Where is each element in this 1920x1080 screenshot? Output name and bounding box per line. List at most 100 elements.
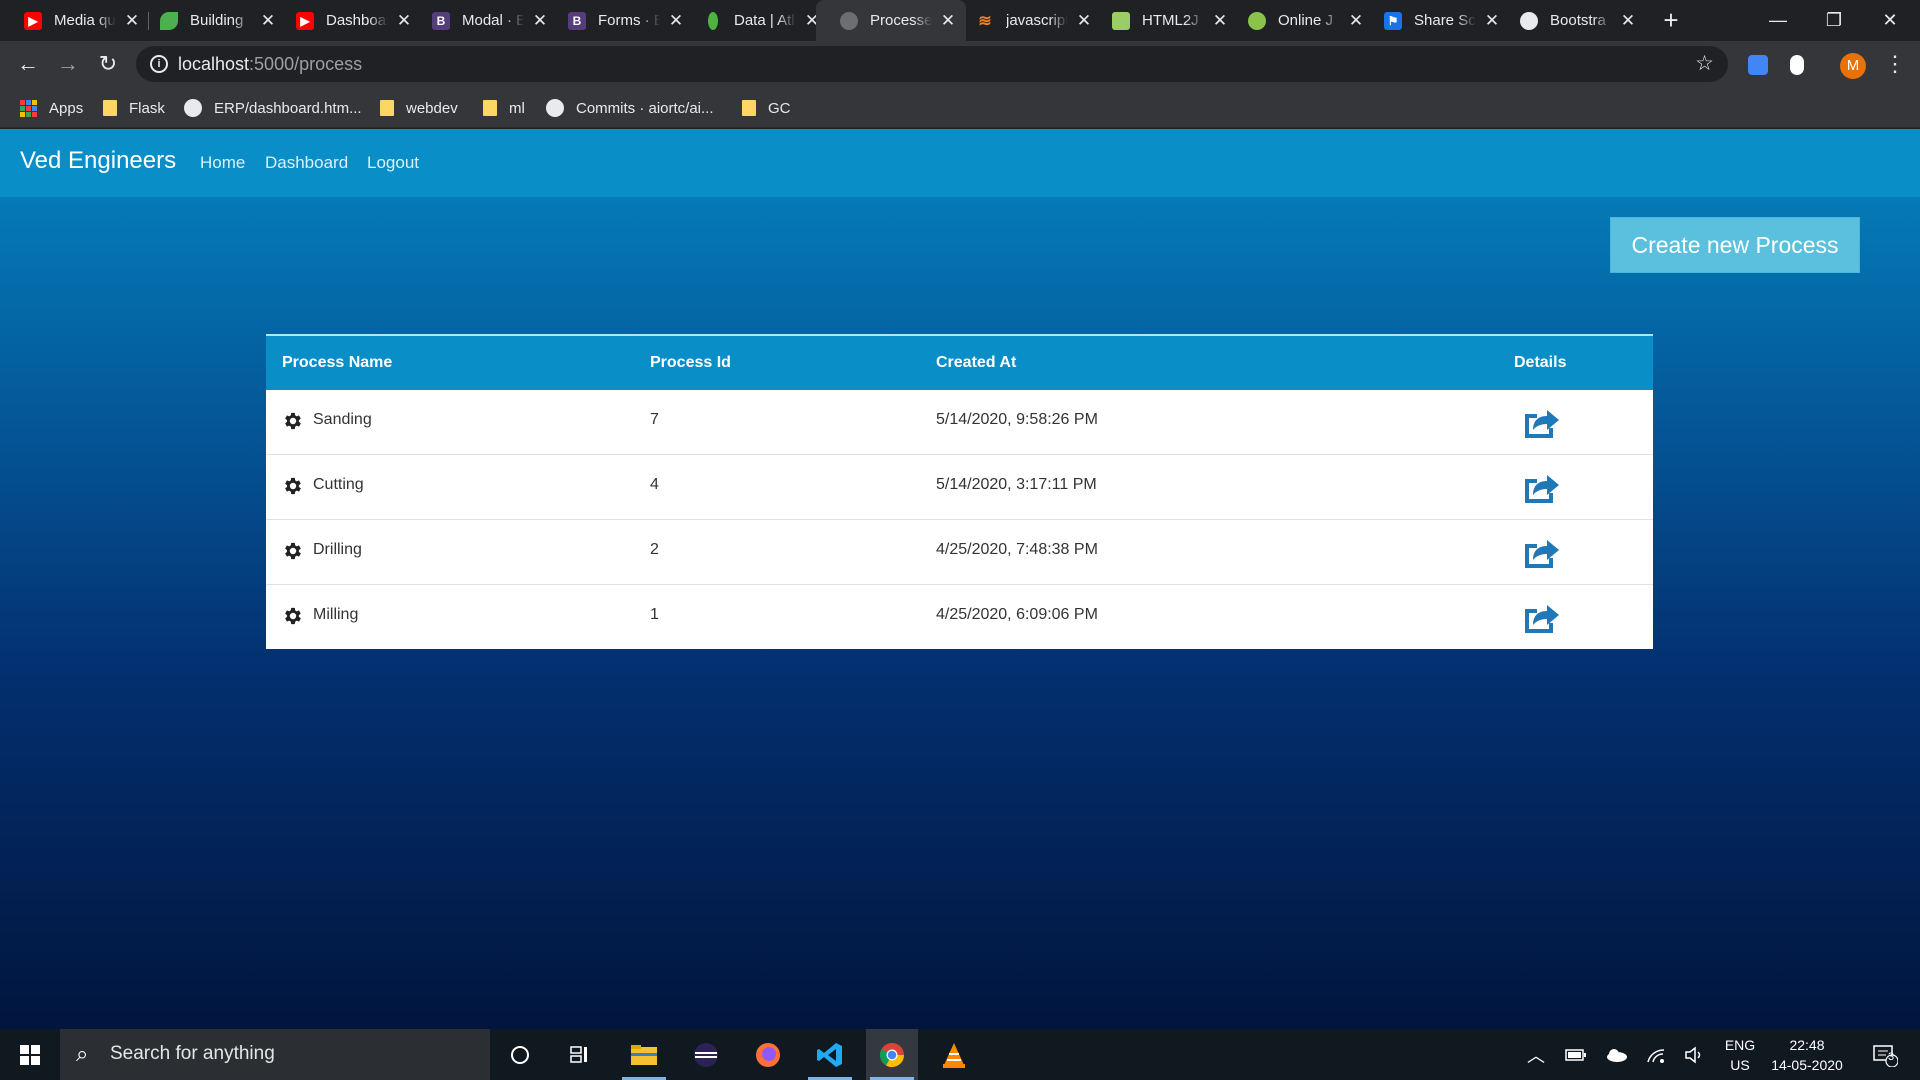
tab-0[interactable]: ▶Media queries✕: [0, 0, 150, 41]
table-row: Sanding 7 5/14/2020, 9:58:26 PM: [266, 390, 1653, 455]
bookmark-flask[interactable]: Flask: [103, 88, 165, 128]
flag-icon: ⚑: [1384, 11, 1402, 30]
back-button[interactable]: ←: [12, 49, 44, 81]
clock[interactable]: 22:48 14-05-2020: [1766, 1029, 1848, 1080]
tab-title: Modal · Bootstrap: [462, 12, 524, 29]
vlc-icon[interactable]: [928, 1029, 980, 1080]
firefox-icon[interactable]: [742, 1029, 794, 1080]
bookmark-label: ERP/dashboard.htm...: [214, 99, 362, 117]
taskbar: ⌕ Search for anything ︿ ENG US 22:48 14-05…: [0, 1029, 1920, 1080]
column-header: Process Name: [282, 354, 393, 371]
bookmark-commits[interactable]: Commits · aiortc/ai...: [546, 88, 714, 128]
forward-button[interactable]: →: [52, 49, 84, 81]
folder-icon: [103, 100, 117, 116]
tab-10[interactable]: ⚑ Share Sc ✕: [1360, 0, 1510, 41]
folder-icon: [483, 100, 497, 116]
share-details-icon[interactable]: [1521, 469, 1561, 505]
created-at: 4/25/2020, 7:48:38 PM: [936, 541, 1098, 558]
cortana-icon[interactable]: [494, 1029, 546, 1080]
minimize-button[interactable]: —: [1750, 0, 1806, 41]
wifi-icon[interactable]: [1640, 1029, 1672, 1080]
share-details-icon[interactable]: [1521, 534, 1561, 570]
eclipse-icon[interactable]: [680, 1029, 732, 1080]
file-explorer-icon[interactable]: [618, 1029, 670, 1080]
tab-2[interactable]: ▶Dashboard✕: [272, 0, 422, 41]
brand-logo[interactable]: Ved Engineers: [20, 147, 176, 175]
tab-3[interactable]: BModal · Bootstrap✕: [408, 0, 558, 41]
volume-icon[interactable]: [1678, 1029, 1710, 1080]
tab-1[interactable]: Building ✕: [136, 0, 286, 41]
share-details-icon[interactable]: [1521, 404, 1561, 440]
online-icon: [1248, 11, 1266, 30]
process-id: 1: [650, 606, 659, 623]
create-process-button[interactable]: Create new Process: [1610, 217, 1860, 273]
tab-title: Media queries: [54, 12, 116, 29]
tab-8[interactable]: HTML2J ✕: [1088, 0, 1238, 41]
share-details-icon[interactable]: [1521, 599, 1561, 635]
browser-toolbar: ← → ↻ i localhost:5000/process ☆ M ⋮: [0, 41, 1920, 88]
tab-9[interactable]: Online J ✕: [1224, 0, 1374, 41]
action-center-icon[interactable]: 3: [1864, 1029, 1906, 1080]
close-window-button[interactable]: ✕: [1862, 0, 1918, 41]
nav-logout[interactable]: Logout: [367, 153, 419, 173]
tab-title: Forms · Bootstrap: [598, 12, 660, 29]
restore-button[interactable]: ❐: [1806, 0, 1862, 41]
bookmark-ml[interactable]: ml: [483, 88, 525, 128]
tab-title: Dashboard: [326, 12, 388, 29]
tab-title: Online J: [1278, 12, 1334, 29]
column-header: Details: [1514, 354, 1567, 371]
bookmark-label: Commits · aiortc/ai...: [576, 99, 714, 117]
search-placeholder: Search for anything: [110, 1043, 275, 1064]
bookmark-erp[interactable]: ERP/dashboard.htm...: [184, 88, 362, 128]
extension-icon[interactable]: [1748, 55, 1768, 75]
new-tab-button[interactable]: +: [1656, 6, 1686, 36]
process-name: Cutting: [313, 476, 364, 493]
bookmark-label: Flask: [129, 99, 165, 117]
url-text[interactable]: localhost:5000/process: [178, 54, 362, 75]
tab-11[interactable]: Bootstra ✕: [1496, 0, 1646, 41]
nav-home[interactable]: Home: [200, 153, 245, 173]
tab-4[interactable]: BForms · Bootstrap✕: [544, 0, 694, 41]
profile-avatar[interactable]: M: [1840, 53, 1866, 79]
created-at: 5/14/2020, 3:17:11 PM: [936, 476, 1097, 493]
tab-title: Bootstra: [1550, 12, 1606, 29]
bookmark-apps[interactable]: Apps: [20, 88, 83, 128]
process-name: Milling: [313, 606, 359, 623]
battery-icon[interactable]: [1560, 1029, 1592, 1080]
start-button[interactable]: [0, 1029, 60, 1080]
bookmark-star-icon[interactable]: ☆: [1695, 51, 1714, 76]
info-icon[interactable]: i: [150, 55, 168, 73]
tab-7[interactable]: ≋ javascript ✕: [952, 0, 1102, 41]
bookmark-label: GC: [768, 99, 791, 117]
menu-icon[interactable]: ⋮: [1884, 51, 1906, 77]
clock-date: 14-05-2020: [1771, 1056, 1843, 1073]
chrome-icon[interactable]: [866, 1029, 918, 1080]
youtube-icon: ▶: [24, 11, 42, 30]
address-bar[interactable]: i localhost:5000/process ☆: [136, 46, 1728, 82]
bookmark-webdev[interactable]: webdev: [380, 88, 458, 128]
table-row: Milling 1 4/25/2020, 6:09:06 PM: [266, 585, 1653, 649]
tab-title: Data | Atlas: [734, 12, 796, 29]
created-at: 4/25/2020, 6:09:06 PM: [936, 606, 1098, 623]
reload-button[interactable]: ↻: [92, 49, 124, 81]
process-id: 7: [650, 411, 659, 428]
close-icon[interactable]: ✕: [1620, 11, 1636, 31]
bootstrap-icon: B: [432, 11, 450, 30]
vscode-icon[interactable]: [804, 1029, 856, 1080]
language-indicator[interactable]: ENG US: [1716, 1029, 1764, 1080]
app-navbar: Ved Engineers Home Dashboard Logout: [0, 129, 1920, 197]
page-content: Ved Engineers Home Dashboard Logout Crea…: [0, 129, 1920, 1029]
show-hidden-icons-icon[interactable]: ︿: [1520, 1029, 1552, 1080]
task-view-icon[interactable]: [554, 1029, 606, 1080]
process-id: 2: [650, 541, 659, 558]
taskbar-search[interactable]: ⌕ Search for anything: [60, 1029, 490, 1080]
extension-icon[interactable]: [1790, 55, 1804, 75]
bookmark-gc[interactable]: GC: [742, 88, 791, 128]
onedrive-icon[interactable]: [1600, 1029, 1632, 1080]
nav-dashboard[interactable]: Dashboard: [265, 153, 348, 173]
tab-6-active[interactable]: Processes✕: [816, 0, 966, 41]
stackoverflow-icon: ≋: [978, 12, 992, 30]
tab-title: Processes: [870, 12, 932, 29]
tab-5[interactable]: Data | Atlas✕: [680, 0, 830, 41]
bookmark-label: Apps: [49, 99, 84, 117]
